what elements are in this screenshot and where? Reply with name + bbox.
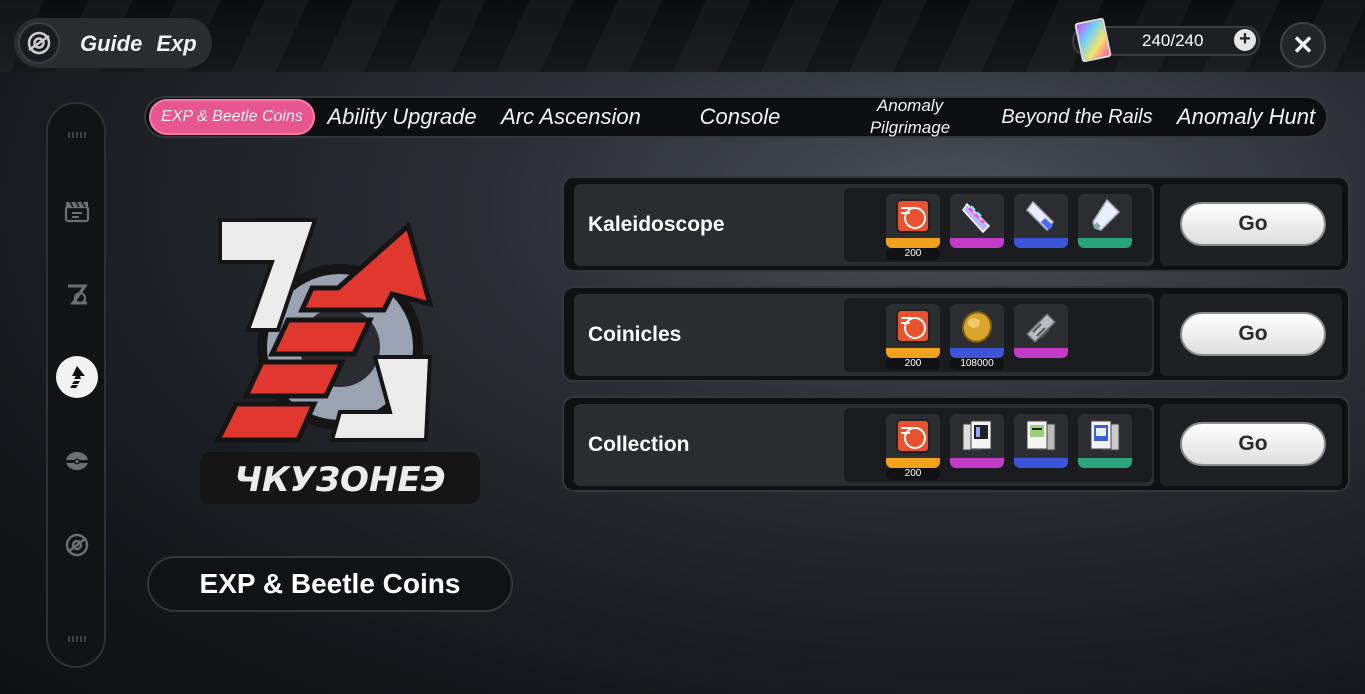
rewards-list: 200 <box>844 188 1152 262</box>
exp-emblem-icon: ЧКУЗОНЕЭ <box>200 218 480 504</box>
activity-card-collection: Collection 200 Go <box>562 396 1350 492</box>
tab-anomaly-hunt[interactable]: Anomaly Hunt <box>1172 98 1320 136</box>
rarity-stripe <box>950 238 1004 248</box>
rarity-stripe <box>886 238 940 248</box>
tab-beyond-the-rails[interactable]: Beyond the Rails <box>998 98 1156 136</box>
page-subtitle-text: Exp <box>156 31 197 56</box>
reward-item[interactable] <box>1014 414 1068 468</box>
emblem-text: ЧКУЗОНЕЭ <box>234 460 445 500</box>
rarity-stripe <box>1014 238 1068 248</box>
rarity-stripe <box>950 458 1004 468</box>
card-stack-blue-icon <box>1014 414 1068 458</box>
reward-count: 200 <box>886 358 940 370</box>
category-sidebar <box>46 102 106 668</box>
rarity-stripe <box>1078 238 1132 248</box>
card-stack-green-icon <box>1078 414 1132 458</box>
tab-anomaly-pilgrimage[interactable]: Anomaly Pilgrimage <box>846 96 974 137</box>
sidebar-item-upgrade[interactable] <box>56 356 98 398</box>
kaleido-tube-icon <box>950 194 1004 238</box>
reward-item[interactable] <box>1078 414 1132 468</box>
guide-header: Guide Exp <box>14 18 212 68</box>
add-stamina-button[interactable]: + <box>1234 29 1256 51</box>
swirl-icon <box>65 533 89 557</box>
activity-info: Collection 200 <box>574 404 1154 486</box>
activity-card-coinicles: Coinicles 200 108000 Go <box>562 286 1350 382</box>
rarity-stripe <box>886 348 940 358</box>
activity-info: Coinicles 200 108000 <box>574 294 1154 376</box>
activity-name: Collection <box>588 433 690 456</box>
sidebar-item-clapperboard[interactable] <box>56 190 98 232</box>
reward-count: 200 <box>886 468 940 480</box>
reward-item[interactable] <box>950 304 1004 358</box>
clapperboard-icon <box>64 201 90 223</box>
reward-item[interactable] <box>886 414 940 468</box>
guide-logo-icon <box>18 22 60 64</box>
category-emblem: ЧКУЗОНЕЭ <box>190 212 485 512</box>
exp-card-icon <box>886 304 940 348</box>
stamina-value: 240/240 <box>1142 31 1204 50</box>
exp-card-icon <box>886 194 940 238</box>
reward-count: 200 <box>886 248 940 260</box>
rarity-stripe <box>1014 458 1068 468</box>
sidebar-item-swirl[interactable] <box>56 524 98 566</box>
go-area: Go <box>1160 184 1342 266</box>
reward-item[interactable] <box>1014 194 1068 248</box>
activity-name: Kaleidoscope <box>588 213 725 236</box>
rarity-stripe <box>950 348 1004 358</box>
activity-name: Coinicles <box>588 323 682 346</box>
cap-icon <box>66 452 88 470</box>
rarity-stripe <box>886 458 940 468</box>
reward-item[interactable] <box>886 194 940 248</box>
page-title-text: Guide <box>80 31 143 56</box>
spring-part-icon <box>1014 304 1068 348</box>
tab-console[interactable]: Console <box>676 98 804 136</box>
go-button[interactable]: Go <box>1180 312 1326 356</box>
tab-ability-upgrade[interactable]: Ability Upgrade <box>324 98 480 136</box>
tab-anomaly-pilgrimage-line1: Anomaly <box>876 96 944 115</box>
tab-exp-beetle-coins[interactable]: EXP & Beetle Coins <box>149 99 315 135</box>
blue-tube-icon <box>1014 194 1068 238</box>
reward-item[interactable] <box>1078 194 1132 248</box>
sidebar-item-z-logo[interactable] <box>56 274 98 316</box>
exp-card-icon <box>886 414 940 458</box>
rarity-stripe <box>1014 348 1068 358</box>
reward-item[interactable] <box>1014 304 1068 358</box>
activity-card-kaleidoscope: Kaleidoscope 200 Go <box>562 176 1350 272</box>
green-tube-icon <box>1078 194 1132 238</box>
beetle-coin-icon <box>950 304 1004 348</box>
tab-anomaly-pilgrimage-line2: Pilgrimage <box>869 118 951 137</box>
category-label: EXP & Beetle Coins <box>147 556 513 612</box>
go-area: Go <box>1160 404 1342 486</box>
stamina-counter: 240/240 + <box>1072 17 1260 63</box>
tab-arc-ascension[interactable]: Arc Ascension <box>496 98 646 136</box>
rewards-list: 200 <box>844 408 1152 482</box>
reward-count: 108000 <box>950 358 1004 370</box>
go-button[interactable]: Go <box>1180 202 1326 246</box>
sidebar-grip-top <box>68 132 86 138</box>
reward-item[interactable] <box>950 414 1004 468</box>
sidebar-item-cap[interactable] <box>56 440 98 482</box>
rewards-list: 200 108000 <box>844 298 1152 372</box>
go-button[interactable]: Go <box>1180 422 1326 466</box>
card-stack-purple-icon <box>950 414 1004 458</box>
rarity-stripe <box>1078 458 1132 468</box>
upgrade-arrow-icon <box>70 366 85 388</box>
reward-item[interactable] <box>950 194 1004 248</box>
reward-item[interactable] <box>886 304 940 358</box>
tab-bar: EXP & Beetle Coins Ability Upgrade Arc A… <box>144 96 1328 138</box>
close-button[interactable]: ✕ <box>1280 22 1326 68</box>
go-area: Go <box>1160 294 1342 376</box>
z-logo-icon <box>68 284 88 305</box>
sidebar-grip-bottom <box>68 636 86 642</box>
page-title: Guide Exp <box>80 31 197 57</box>
activity-info: Kaleidoscope 200 <box>574 184 1154 266</box>
